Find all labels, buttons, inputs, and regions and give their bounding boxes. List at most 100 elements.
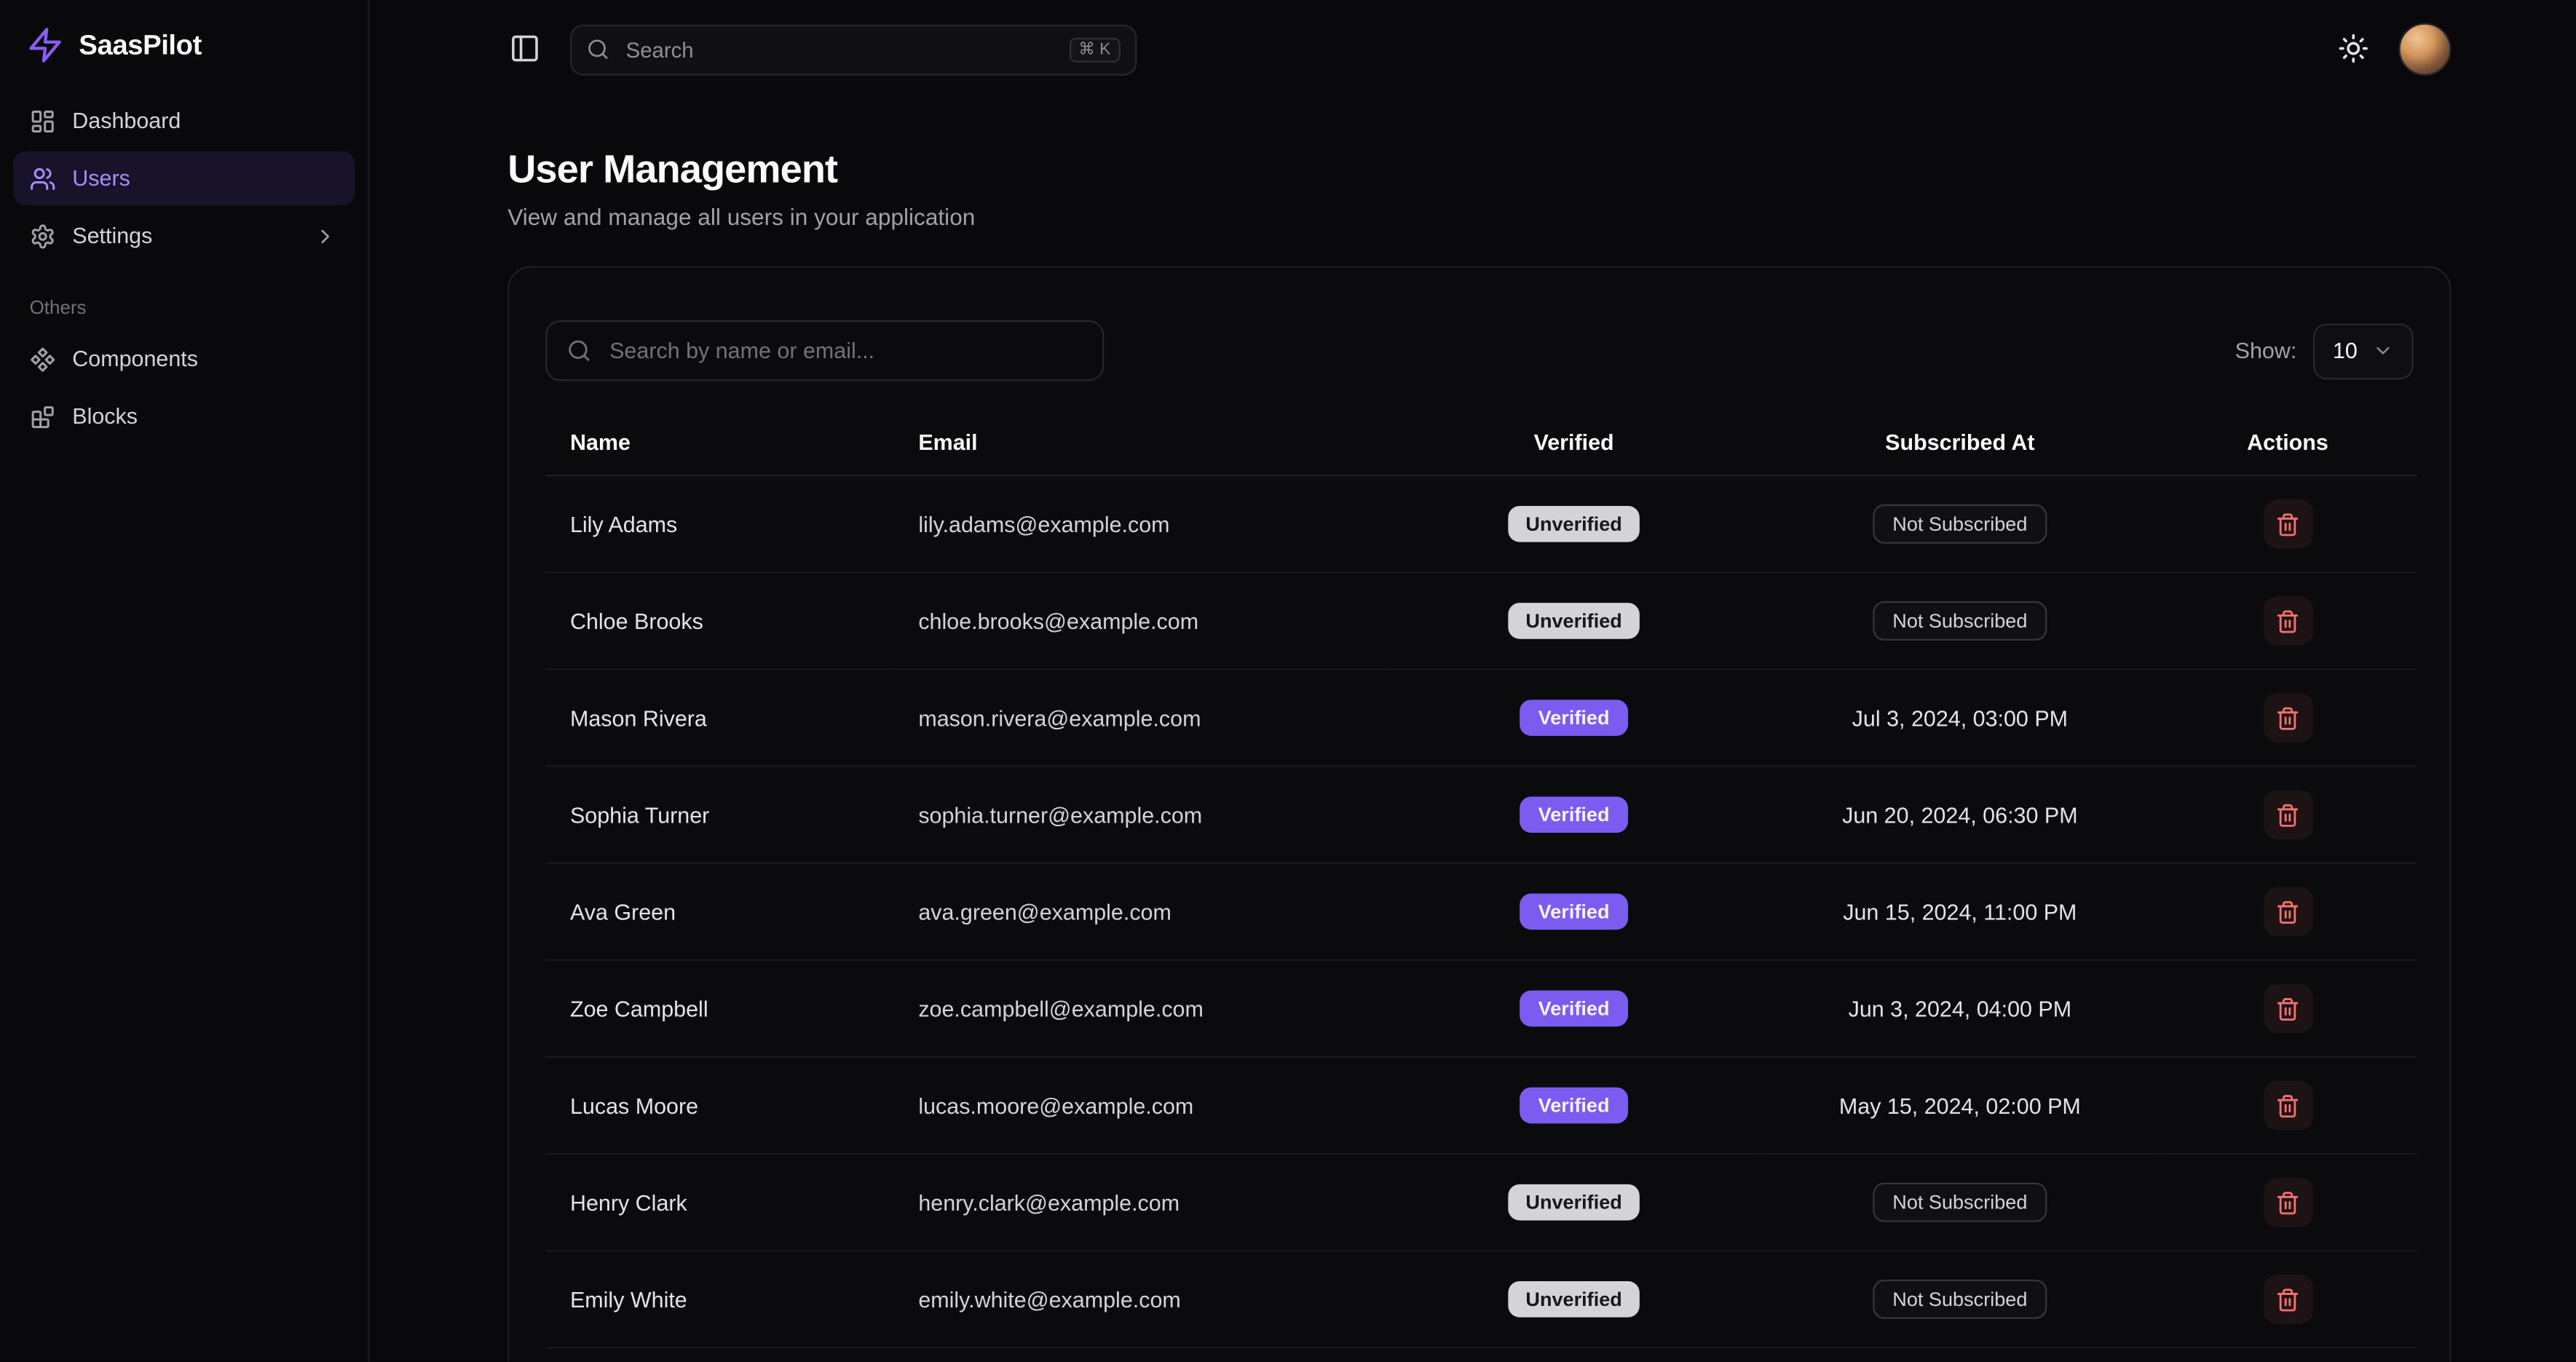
subscribed-cell: Not Subscribed [1761,572,2159,669]
page-subtitle: View and manage all users in your applic… [507,204,2451,230]
user-email: lucas.moore@example.com [893,1057,1386,1154]
actions-cell [2159,960,2417,1057]
user-name: Emily White [545,1251,893,1347]
gear-icon [30,223,56,249]
table-body: Lily Adamslily.adams@example.comUnverifi… [545,475,2417,1347]
unverified-badge: Unverified [1508,1281,1640,1318]
global-search[interactable]: ⌘ K [570,24,1137,75]
subscribed-date: May 15, 2024, 02:00 PM [1839,1093,2081,1118]
table-row: Henry Clarkhenry.clark@example.com Unveri… [545,1154,2417,1251]
delete-user-button[interactable] [2263,693,2312,743]
page-size-select[interactable]: 10 [2313,322,2414,379]
user-email: chloe.brooks@example.com [893,572,1386,669]
theme-toggle-button[interactable] [2336,33,2369,66]
sidebar-item-label: Dashboard [72,108,181,133]
actions-cell [2159,767,2417,863]
user-avatar[interactable] [2398,23,2451,76]
page-content: User Management View and manage all user… [370,98,2576,1361]
table-search-input[interactable] [607,337,1083,365]
sidebar-item-users[interactable]: Users [13,151,355,205]
subscribed-cell: Jun 20, 2024, 06:30 PM [1761,767,2159,863]
users-table-card: Show: 10 NameEmailVerifiedSubscribed AtA… [507,266,2451,1362]
user-name: Lily Adams [545,475,893,572]
verified-cell: Verified [1386,1057,1761,1154]
page-size-control: Show: 10 [2235,322,2414,379]
unverified-badge: Unverified [1508,603,1640,639]
delete-user-button[interactable] [2263,1178,2312,1227]
table-header-row: NameEmailVerifiedSubscribed AtActions [545,411,2417,475]
subscribed-cell: Not Subscribed [1761,1251,2159,1347]
user-email: zoe.campbell@example.com [893,960,1386,1057]
actions-cell [2159,669,2417,766]
delete-user-button[interactable] [2263,790,2312,839]
user-email: henry.clark@example.com [893,1154,1386,1251]
user-name: Mason Rivera [545,669,893,766]
verified-cell: Unverified [1386,572,1761,669]
user-email: lily.adams@example.com [893,475,1386,572]
app-window: SaasPilot Dashboard Users Settings Other… [0,0,2576,1362]
table-search[interactable] [545,320,1104,381]
delete-user-button[interactable] [2263,1081,2312,1131]
subscribed-cell: Jul 3, 2024, 03:00 PM [1761,669,2159,766]
verified-badge: Verified [1520,893,1627,930]
delete-user-button[interactable] [2263,887,2312,936]
page-size-value: 10 [2333,338,2358,363]
table-row: Lucas Moorelucas.moore@example.comVerifi… [545,1057,2417,1154]
verified-cell: Unverified [1386,475,1761,572]
delete-user-button[interactable] [2263,984,2312,1034]
not-subscribed-badge: Not Subscribed [1873,601,2047,641]
table-row: Ava Greenava.green@example.comVerifiedJu… [545,863,2417,960]
actions-cell [2159,572,2417,669]
sidebar-item-dashboard[interactable]: Dashboard [13,94,355,148]
not-subscribed-badge: Not Subscribed [1873,1280,2047,1319]
column-header-verified: Verified [1386,411,1761,475]
actions-cell [2159,475,2417,572]
user-name: Henry Clark [545,1154,893,1251]
sidebar-item-settings[interactable]: Settings [13,209,355,263]
verified-badge: Verified [1520,700,1627,736]
component-icon [30,346,56,372]
column-header-actions: Actions [2159,411,2417,475]
column-header-name: Name [545,411,893,475]
trash-icon [2275,512,2300,537]
user-name: Sophia Turner [545,767,893,863]
actions-cell [2159,863,2417,960]
actions-cell [2159,1154,2417,1251]
not-subscribed-badge: Not Subscribed [1873,1183,2047,1222]
global-search-input[interactable] [623,36,1056,63]
verified-badge: Verified [1520,991,1627,1027]
verified-cell: Unverified [1386,1251,1761,1347]
subscribed-date: Jun 3, 2024, 04:00 PM [1849,996,2072,1021]
sidebar-item-label: Users [72,166,130,191]
unverified-badge: Unverified [1508,1184,1640,1221]
subscribed-cell: Jun 15, 2024, 11:00 PM [1761,863,2159,960]
delete-user-button[interactable] [2263,499,2312,549]
delete-user-button[interactable] [2263,596,2312,646]
table-row: Chloe Brookschloe.brooks@example.comUnve… [545,572,2417,669]
user-email: emily.white@example.com [893,1251,1386,1347]
trash-icon [2275,609,2300,633]
trash-icon [2275,996,2300,1021]
column-header-email: Email [893,411,1386,475]
trash-icon [2275,1093,2300,1118]
users-icon [30,165,56,191]
dashboard-icon [30,108,56,134]
table-toolbar: Show: 10 [545,320,2414,381]
page-title: User Management [507,148,2451,194]
verified-cell: Unverified [1386,1154,1761,1251]
subscribed-date: Jun 15, 2024, 11:00 PM [1843,899,2077,924]
table-header: NameEmailVerifiedSubscribed AtActions [545,411,2417,475]
sidebar-item-blocks[interactable]: Blocks [13,389,355,443]
table-row: Mason Riveramason.rivera@example.comVeri… [545,669,2417,766]
delete-user-button[interactable] [2263,1275,2312,1324]
sidebar-item-label: Blocks [72,404,138,429]
verified-cell: Verified [1386,767,1761,863]
trash-icon [2275,705,2300,730]
subscribed-cell: Not Subscribed [1761,1154,2159,1251]
sidebar-toggle-button[interactable] [507,33,540,66]
user-email: ava.green@example.com [893,863,1386,960]
sidebar-item-components[interactable]: Components [13,332,355,386]
verified-cell: Verified [1386,863,1761,960]
not-subscribed-badge: Not Subscribed [1873,504,2047,544]
trash-icon [2275,802,2300,827]
